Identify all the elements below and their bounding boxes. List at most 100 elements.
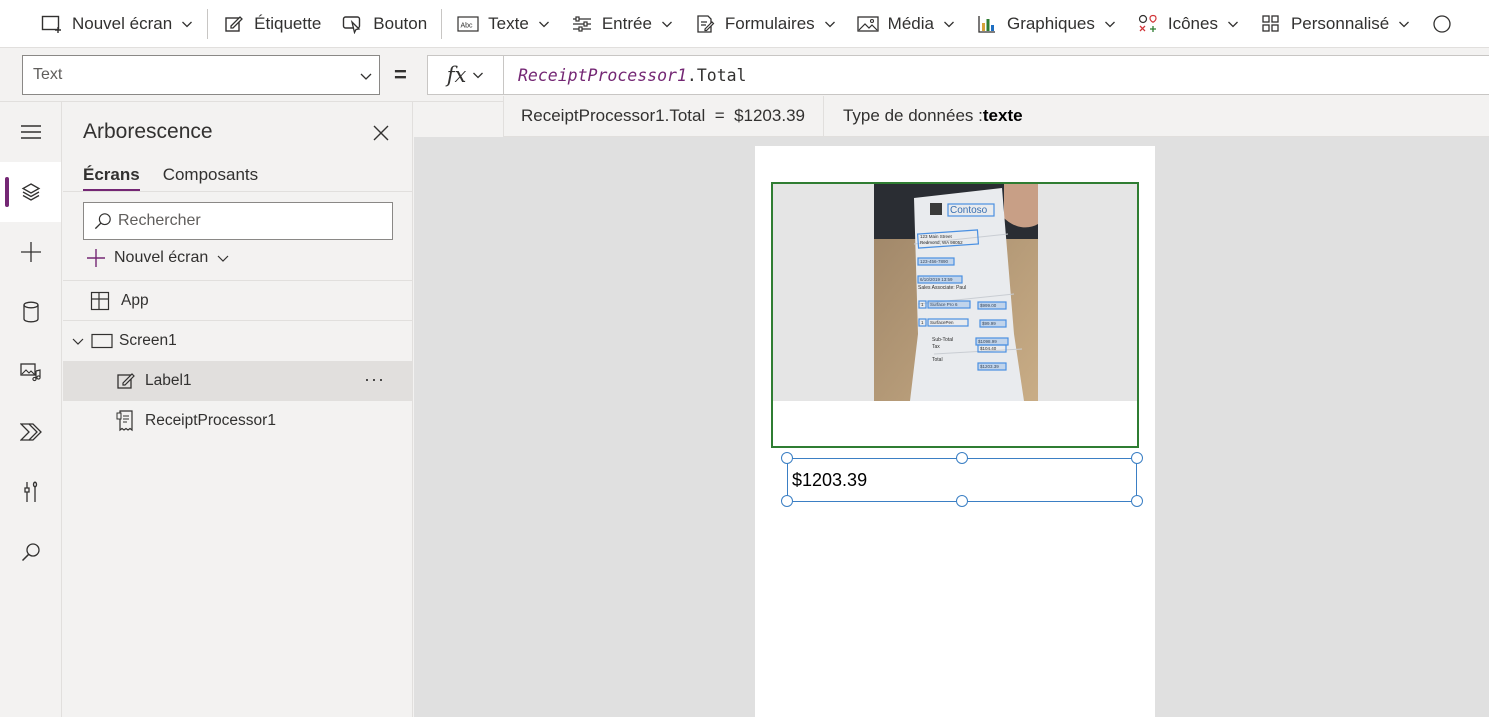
search-icon	[94, 213, 111, 230]
forms-icon	[693, 12, 717, 36]
search-placeholder	[118, 212, 201, 230]
text-menu-label: Texte	[488, 13, 529, 33]
receipt-total-label: Total	[932, 357, 943, 363]
close-icon[interactable]	[371, 123, 391, 143]
button-button-text: Bouton	[373, 13, 428, 33]
button-button[interactable]: Bouton	[331, 0, 437, 47]
search-rail-button[interactable]	[0, 522, 61, 582]
tree-view-button[interactable]	[0, 162, 61, 222]
receipt-address-2: Redmond, WA 98052	[920, 240, 963, 245]
input-menu-label: Entrée	[601, 13, 652, 33]
new-screen-label: Nouvel écran	[72, 13, 173, 33]
tree-item-label1[interactable]: Label1 ···	[63, 361, 413, 401]
custom-icon	[1259, 12, 1283, 36]
resize-handle-top-right[interactable]	[1131, 452, 1143, 464]
charts-menu[interactable]: Graphiques	[965, 0, 1126, 47]
input-menu[interactable]: Entrée	[560, 0, 683, 47]
screen-icon	[91, 330, 113, 352]
fx-button[interactable]: fx	[427, 55, 503, 95]
custom-menu-label: Personnalisé	[1290, 13, 1390, 33]
chevron-down-icon	[182, 21, 193, 27]
fx-icon: fx	[446, 63, 467, 87]
search-icon	[21, 543, 40, 562]
formula-member: .Total	[686, 65, 747, 85]
label-edit-icon	[115, 370, 137, 392]
datatype-label: Type de données :	[842, 106, 983, 125]
label-button[interactable]: Étiquette	[212, 0, 331, 47]
media-menu[interactable]: Média	[846, 0, 965, 47]
receipt-subtotal-label: Sub-Total	[932, 337, 953, 343]
resize-handle-bottom-right[interactable]	[1131, 495, 1143, 507]
new-screen-button[interactable]: Nouvel écran	[30, 0, 203, 47]
charts-icon	[975, 12, 999, 36]
canvas-area: Contoso 123 Main Street Redmond, WA 9805…	[414, 137, 1489, 717]
resize-handle-top-left[interactable]	[781, 452, 793, 464]
database-icon	[22, 301, 39, 323]
hamburger-button[interactable]	[0, 102, 61, 162]
tree-item-screen1[interactable]: Screen1	[63, 321, 413, 361]
receipt-processor-control[interactable]: Contoso 123 Main Street Redmond, WA 9805…	[771, 182, 1139, 448]
chevron-down-icon	[360, 73, 372, 80]
text-menu[interactable]: Abc Texte	[446, 0, 560, 47]
tab-components[interactable]: Composants	[163, 165, 258, 191]
property-dropdown[interactable]: Text	[22, 55, 380, 95]
advanced-tools-button[interactable]	[0, 462, 61, 522]
button-icon	[341, 12, 365, 36]
formula-result-expression: ReceiptProcessor1.Total = $1203.39	[521, 106, 805, 125]
new-screen-tree-button[interactable]: Nouvel écran	[86, 248, 230, 268]
forms-menu[interactable]: Formulaires	[683, 0, 846, 47]
formula-input[interactable]: ReceiptProcessor1 .Total	[503, 55, 1489, 95]
custom-menu[interactable]: Personnalisé	[1249, 0, 1420, 47]
data-button[interactable]	[0, 282, 61, 342]
tree-item-label: ReceiptProcessor1	[145, 412, 276, 429]
chevron-down-icon	[538, 21, 549, 27]
tree-view-panel: Arborescence Écrans Composants Nouvel éc…	[63, 102, 413, 717]
icons-menu[interactable]: Icônes	[1126, 0, 1249, 47]
media-icon	[856, 12, 880, 36]
charts-menu-label: Graphiques	[1006, 13, 1095, 33]
layers-icon	[21, 183, 40, 201]
receipt-brand: Contoso	[950, 205, 988, 216]
chevron-down-icon[interactable]	[71, 334, 85, 348]
label-icon	[222, 12, 246, 36]
power-automate-button[interactable]	[0, 402, 61, 462]
tab-screens[interactable]: Écrans	[83, 165, 140, 191]
power-automate-icon	[19, 423, 42, 441]
left-rail	[0, 102, 62, 717]
chevron-down-icon	[944, 21, 954, 27]
text-icon: Abc	[456, 12, 480, 36]
insert-button[interactable]	[0, 222, 61, 282]
app-screen[interactable]: Contoso 123 Main Street Redmond, WA 9805…	[755, 146, 1155, 717]
label1-text: $1203.39	[792, 469, 868, 490]
more-options-icon[interactable]: ···	[364, 369, 385, 390]
datatype-info: Type de données :texte	[824, 106, 1023, 126]
tree-item-app[interactable]: App	[63, 281, 413, 321]
media-rail-button[interactable]	[0, 342, 61, 402]
search-input[interactable]	[83, 202, 393, 240]
new-screen-icon	[40, 12, 64, 36]
icons-icon	[1136, 12, 1160, 36]
chevron-down-icon	[661, 21, 672, 27]
input-icon	[570, 12, 594, 36]
chevron-down-icon	[1104, 21, 1115, 27]
receipt-tax-label: Tax	[932, 344, 940, 350]
tree-item-label: App	[121, 292, 149, 309]
hamburger-icon	[20, 125, 41, 139]
icons-menu-label: Icônes	[1167, 13, 1218, 33]
app-icon	[89, 290, 111, 312]
chevron-down-icon	[824, 21, 835, 27]
property-value: Text	[33, 66, 63, 83]
tree-item-receiptprocessor1[interactable]: ReceiptProcessor1	[63, 401, 413, 441]
panel-title: Arborescence	[83, 120, 213, 143]
overflow-icon-button[interactable]	[1420, 0, 1464, 47]
receipt-address-1: 123 Main Street	[920, 234, 953, 239]
resize-handle-bottom[interactable]	[956, 495, 968, 507]
receipt-tax-value: $104.40	[980, 346, 997, 351]
chevron-down-icon	[1227, 21, 1238, 27]
tree-item-label: Screen1	[119, 332, 177, 349]
media-menu-label: Média	[887, 13, 934, 33]
resize-handle-bottom-left[interactable]	[781, 495, 793, 507]
equals-sign: =	[394, 62, 407, 87]
clock-icon	[1430, 12, 1454, 36]
resize-handle-top[interactable]	[956, 452, 968, 464]
